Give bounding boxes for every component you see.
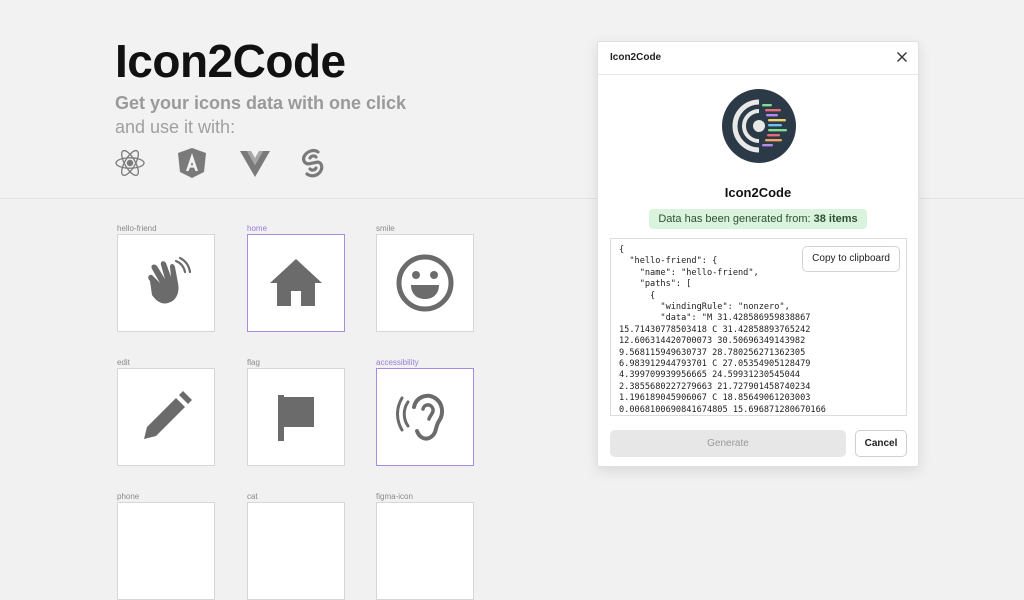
icon-label-accessibility: accessibility <box>376 358 419 367</box>
icon-tile-figma-icon[interactable] <box>376 502 474 600</box>
dialog-title: Icon2Code <box>610 52 662 63</box>
icon2code-logo <box>722 89 796 163</box>
home-icon <box>266 253 326 313</box>
badge-text: Data has been generated from: <box>658 213 814 225</box>
code-text[interactable]: { "hello-friend": { "name": "hello-frien… <box>619 245 826 415</box>
hello-friend-icon <box>136 253 196 313</box>
badge-count: 38 items <box>813 213 858 225</box>
icon-label-phone: phone <box>117 492 140 501</box>
accessibility-icon <box>395 387 455 447</box>
icon-label-hello-friend: hello-friend <box>117 224 157 233</box>
code-output[interactable]: { "hello-friend": { "name": "hello-frien… <box>610 238 907 416</box>
icon-label-edit: edit <box>117 358 130 367</box>
react-icon <box>113 146 147 180</box>
icon-tile-cat[interactable] <box>247 502 345 600</box>
icon-tile-phone[interactable] <box>117 502 215 600</box>
smile-icon <box>395 253 455 313</box>
copy-to-clipboard-button[interactable]: Copy to clipboard <box>802 246 900 272</box>
icon-label-home: home <box>247 224 268 233</box>
page-title: Icon2Code <box>115 35 346 87</box>
icon-label-figma-icon: figma-icon <box>376 492 413 501</box>
icon-tile-flag[interactable] <box>247 368 345 466</box>
cancel-button[interactable]: Cancel <box>855 430 907 457</box>
icon-label-flag: flag <box>247 358 260 367</box>
dialog-header: Icon2Code <box>598 42 918 75</box>
angular-icon <box>175 146 209 180</box>
app-name: Icon2Code <box>724 185 792 200</box>
close-button[interactable] <box>894 49 910 65</box>
icon-tile-accessibility[interactable] <box>376 368 474 466</box>
icon-tile-hello-friend[interactable] <box>117 234 215 332</box>
close-icon <box>897 52 907 62</box>
status-badge: Data has been generated from: 38 items <box>649 209 867 229</box>
icon-label-cat: cat <box>247 492 258 501</box>
svelte-icon <box>296 146 330 180</box>
hero-subtitle-secondary: and use it with: <box>115 117 236 137</box>
icon-label-smile: smile <box>376 224 395 233</box>
icon-tile-home[interactable] <box>247 234 345 332</box>
icon2code-dialog: Icon2Code Icon2Code Data has been genera… <box>597 41 919 467</box>
generate-button[interactable]: Generate <box>610 430 846 457</box>
flag-icon <box>266 387 326 447</box>
icon-tile-edit[interactable] <box>117 368 215 466</box>
vue-icon <box>238 146 272 180</box>
icon-tile-smile[interactable] <box>376 234 474 332</box>
hero-subtitle: Get your icons data with one click <box>115 93 407 113</box>
edit-icon <box>136 387 196 447</box>
